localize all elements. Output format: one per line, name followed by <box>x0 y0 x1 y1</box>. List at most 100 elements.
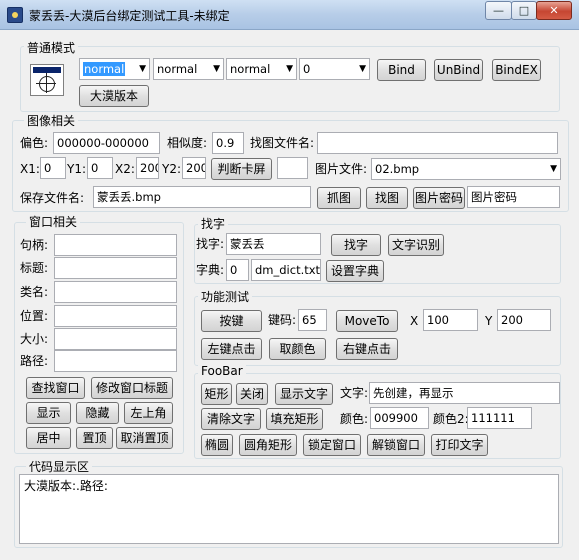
version-button[interactable]: 大漠版本 <box>79 85 149 107</box>
foobar-text-label: 文字: <box>340 386 369 400</box>
x-label: X <box>410 314 419 328</box>
find-text-input[interactable]: 蒙丢丢 <box>226 233 321 255</box>
lag-value-input[interactable] <box>277 157 308 179</box>
lock-window-button[interactable]: 锁定窗口 <box>303 434 361 456</box>
y-label: Y <box>485 314 493 328</box>
chevron-down-icon: ▼ <box>359 64 366 74</box>
close-button[interactable]: ✕ <box>536 1 572 20</box>
right-click-button[interactable]: 右键点击 <box>336 338 398 360</box>
foobar-text-input[interactable]: 先创建，再显示 <box>369 382 560 404</box>
title-bar[interactable]: 蒙丢丢-大漠后台绑定测试工具-未绑定 — □ ✕ <box>0 0 579 30</box>
topmost-button[interactable]: 置顶 <box>76 427 113 449</box>
fill-rect-button[interactable]: 填充矩形 <box>266 408 323 430</box>
ellipse-button[interactable]: 椭圆 <box>201 434 233 456</box>
foobar-group-label: FooBar <box>198 364 246 378</box>
x2-label: X2: <box>115 162 135 176</box>
size-label: 大小: <box>20 332 49 346</box>
get-color-button[interactable]: 取颜色 <box>269 338 326 360</box>
find-text-label: 找字: <box>196 237 225 251</box>
center-window-button[interactable]: 居中 <box>26 427 71 449</box>
class-input[interactable] <box>54 281 177 303</box>
print-text-button[interactable]: 打印文字 <box>431 434 488 456</box>
pic-file-combo[interactable]: 02.bmp ▼ <box>371 158 561 180</box>
path-input[interactable] <box>54 350 177 372</box>
pic-file-label: 图片文件: <box>315 162 368 176</box>
left-click-button[interactable]: 左键点击 <box>201 338 262 360</box>
modify-title-button[interactable]: 修改窗口标题 <box>91 377 173 399</box>
normal-mode-label: 普通模式 <box>24 39 79 56</box>
x1-input[interactable]: 0 <box>40 157 66 179</box>
display-mode-combo[interactable]: normal ▼ <box>79 58 150 80</box>
move-x-input[interactable]: 100 <box>423 309 478 331</box>
find-file-label: 找图文件名: <box>250 136 315 150</box>
mouse-mode-combo[interactable]: normal ▼ <box>153 58 224 80</box>
find-text-group-label: 找字 <box>198 215 229 232</box>
y1-input[interactable]: 0 <box>87 157 113 179</box>
key-code-input[interactable]: 65 <box>298 309 327 331</box>
bind-button[interactable]: Bind <box>377 59 426 81</box>
capture-button[interactable]: 抓图 <box>317 187 361 209</box>
color2-label: 颜色2: <box>433 412 469 426</box>
find-pic-button[interactable]: 找图 <box>366 187 408 209</box>
similarity-label: 相似度: <box>167 136 208 150</box>
ocr-button[interactable]: 文字识别 <box>388 234 444 256</box>
cancel-topmost-button[interactable]: 取消置顶 <box>116 427 173 449</box>
y2-input[interactable]: 2000 <box>182 157 206 179</box>
size-input[interactable] <box>54 328 177 350</box>
x1-label: X1: <box>20 162 40 176</box>
dict-index-input[interactable]: 0 <box>226 259 249 281</box>
color-input[interactable]: 009900 <box>370 407 429 429</box>
x2-input[interactable]: 2000 <box>136 157 159 179</box>
function-test-group-label: 功能测试 <box>198 288 253 305</box>
window-group-label: 窗口相关 <box>26 213 81 230</box>
position-input[interactable] <box>54 305 177 327</box>
show-window-button[interactable]: 显示 <box>26 402 71 424</box>
chevron-down-icon: ▼ <box>139 64 146 74</box>
bind-mode-combo[interactable]: 0 ▼ <box>299 58 370 80</box>
keypad-mode-combo[interactable]: normal ▼ <box>226 58 297 80</box>
bindex-button[interactable]: BindEX <box>492 59 541 81</box>
pic-password-button[interactable]: 图片密码 <box>413 187 465 209</box>
close-foobar-button[interactable]: 关闭 <box>236 383 268 405</box>
check-lag-button[interactable]: 判断卡屏 <box>211 158 272 180</box>
key-press-button[interactable]: 按键 <box>201 310 262 332</box>
color2-input[interactable]: 111111 <box>467 407 532 429</box>
keypad-mode-value: normal <box>230 62 271 76</box>
find-text-button[interactable]: 找字 <box>331 234 381 256</box>
hide-window-button[interactable]: 隐藏 <box>76 402 119 424</box>
save-file-input[interactable]: 蒙丢丢.bmp <box>93 186 311 208</box>
move-to-button[interactable]: MoveTo <box>336 310 398 332</box>
dict-file-input[interactable]: dm_dict.txt <box>251 259 321 281</box>
pic-password-input[interactable]: 图片密码 <box>467 186 560 208</box>
title-input[interactable] <box>54 257 177 279</box>
app-icon <box>7 7 23 23</box>
chevron-down-icon: ▼ <box>213 64 220 74</box>
color-label: 颜色: <box>340 412 369 426</box>
class-label: 类名: <box>20 285 49 299</box>
clear-text-button[interactable]: 清除文字 <box>201 408 261 430</box>
handle-label: 句柄: <box>20 238 49 252</box>
handle-input[interactable] <box>54 234 177 256</box>
unbind-button[interactable]: UnBind <box>434 59 483 81</box>
round-rect-button[interactable]: 圆角矩形 <box>239 434 297 456</box>
bind-mode-value: 0 <box>303 62 311 76</box>
rect-button[interactable]: 矩形 <box>201 383 232 405</box>
maximize-button[interactable]: □ <box>511 1 537 20</box>
find-window-button[interactable]: 查找窗口 <box>26 377 85 399</box>
color-offset-input[interactable]: 000000-000000 <box>53 132 160 154</box>
similarity-input[interactable]: 0.9 <box>212 132 244 154</box>
window-title: 蒙丢丢-大漠后台绑定测试工具-未绑定 <box>29 9 230 23</box>
top-left-button[interactable]: 左上角 <box>124 402 173 424</box>
show-text-button[interactable]: 显示文字 <box>275 383 333 405</box>
minimize-button[interactable]: — <box>485 1 512 20</box>
key-code-label: 键码: <box>268 313 297 327</box>
dict-label: 字典: <box>196 263 225 277</box>
unlock-window-button[interactable]: 解锁窗口 <box>367 434 425 456</box>
chevron-down-icon: ▼ <box>550 164 557 174</box>
target-icon <box>30 64 64 96</box>
chevron-down-icon: ▼ <box>286 64 293 74</box>
find-file-input[interactable] <box>317 132 558 154</box>
move-y-input[interactable]: 200 <box>497 309 551 331</box>
set-dict-button[interactable]: 设置字典 <box>326 260 384 282</box>
code-display-textarea[interactable]: 大漠版本:.路径: <box>19 474 559 544</box>
